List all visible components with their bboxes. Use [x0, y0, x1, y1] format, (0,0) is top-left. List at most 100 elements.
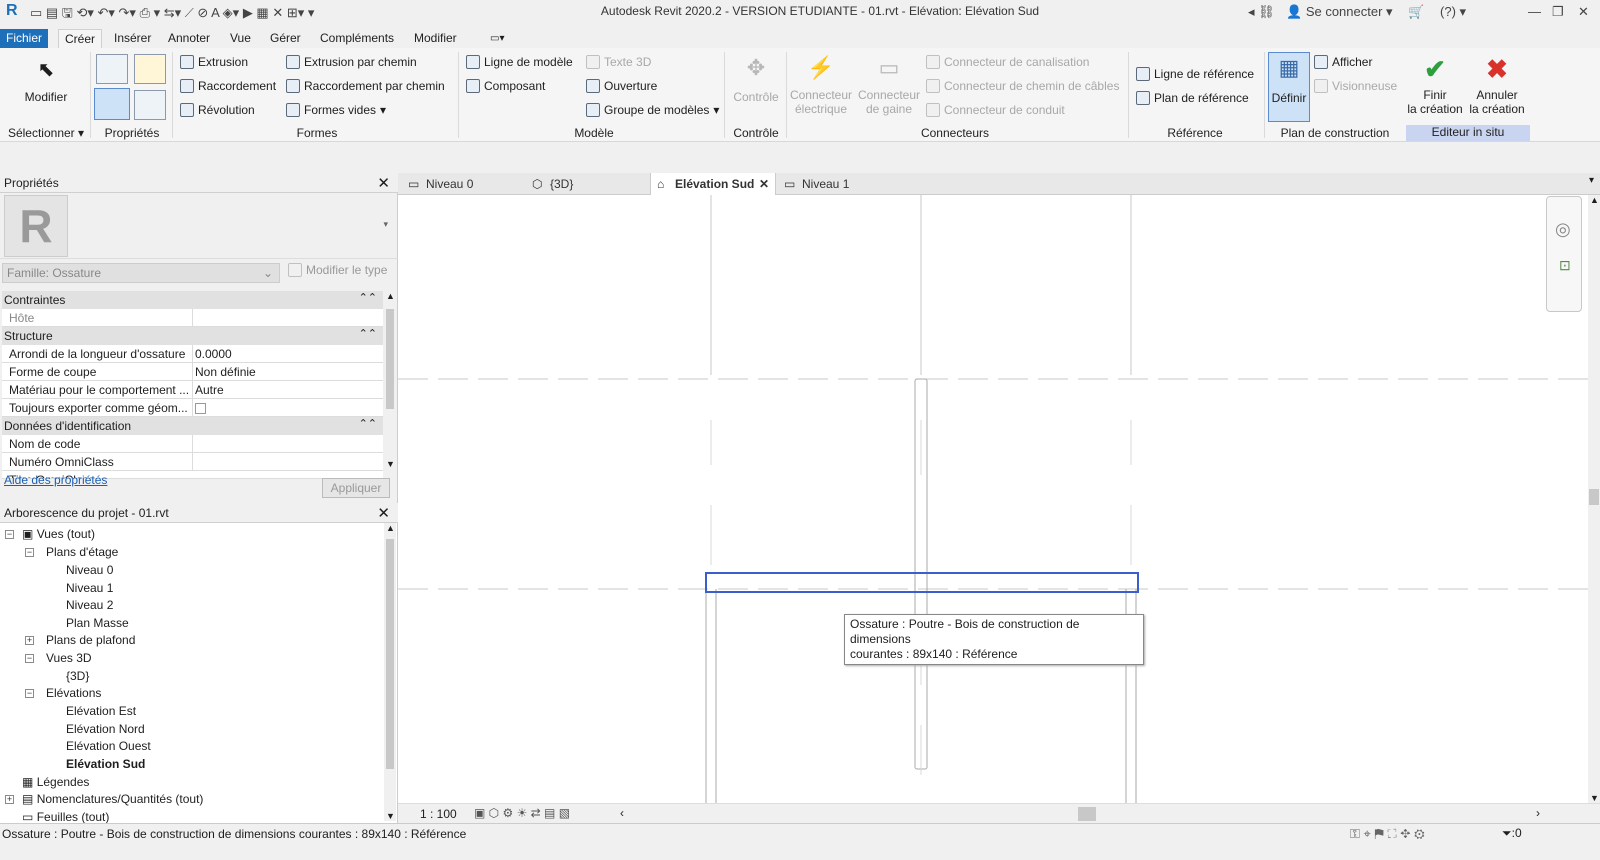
show-work-plane-button[interactable]: Afficher	[1314, 55, 1372, 69]
tree-floor-plans[interactable]: Plans d'étage	[46, 545, 118, 559]
type-selector[interactable]: ▾	[0, 195, 398, 259]
cart-icon[interactable]: 🛒	[1408, 4, 1424, 20]
expand-icon[interactable]: +	[5, 795, 14, 804]
family-category-icon[interactable]	[134, 54, 166, 84]
conduit-connector-button[interactable]: Connecteur de conduit	[926, 103, 1065, 117]
property-row[interactable]: Toujours exporter comme géom...	[2, 399, 383, 417]
edit-type-button[interactable]: Modifier le type	[288, 263, 387, 277]
close-window-button[interactable]: ✕	[1578, 4, 1589, 20]
tree-item[interactable]: Elévation Ouest	[66, 739, 151, 753]
set-work-plane-button[interactable]: ▦ Définir	[1268, 52, 1310, 122]
blend-button[interactable]: Raccordement	[180, 79, 276, 93]
tree-views[interactable]: ▣ Vues (tout)	[22, 527, 95, 541]
void-forms-button[interactable]: Formes vides ▾	[286, 103, 386, 117]
group-identity[interactable]: Données d'identification ⌃⌃	[2, 417, 383, 435]
tree-item[interactable]: Niveau 0	[66, 563, 113, 577]
navigation-bar[interactable]: ◎ ⊡	[1546, 196, 1582, 312]
tree-ceiling-plans[interactable]: Plans de plafond	[46, 633, 135, 647]
opening-button[interactable]: Ouverture	[586, 79, 657, 93]
tree-item[interactable]: Elévation Est	[66, 704, 136, 718]
horizontal-scroll-thumb[interactable]	[1078, 807, 1096, 821]
drawing-canvas[interactable]: Ossature : Poutre - Bois de construction…	[398, 195, 1588, 803]
canvas-vertical-scrollbar[interactable]: ▲ ▼	[1588, 195, 1600, 803]
work-plane-viewer-button[interactable]: Visionneuse	[1314, 79, 1397, 93]
zoom-icon[interactable]: ⊡	[1559, 257, 1571, 274]
property-row[interactable]: Matériau pour le comportement ... Autre	[2, 381, 383, 399]
restore-button[interactable]: ❐	[1552, 4, 1564, 20]
tree-legends[interactable]: ▦ Légendes	[22, 775, 89, 789]
pipe-connector-button[interactable]: Connecteur de canalisation	[926, 55, 1089, 69]
extrusion-button[interactable]: Extrusion	[180, 55, 248, 69]
modify-button[interactable]: ⬉ Modifier	[18, 58, 74, 104]
view-tab[interactable]: ⬡ {3D}	[526, 173, 646, 195]
property-row[interactable]: Hôte	[2, 309, 383, 327]
sign-in-button[interactable]: 👤 Se connecter ▾	[1286, 4, 1393, 20]
export-checkbox[interactable]	[195, 403, 206, 414]
view-tab[interactable]: ▭ Niveau 0	[402, 173, 522, 195]
revolve-button[interactable]: Révolution	[180, 103, 255, 117]
view-tab[interactable]: ▭ Niveau 1	[778, 173, 898, 195]
cable-tray-connector-button[interactable]: Connecteur de chemin de câbles	[926, 79, 1119, 93]
property-row[interactable]: Arrondi de la longueur d'ossature 0.0000	[2, 345, 383, 363]
tree-item[interactable]: Niveau 1	[66, 581, 113, 595]
tab-inserer[interactable]: Insérer	[108, 29, 157, 48]
tabs-menu-icon[interactable]: ▾	[1589, 175, 1594, 186]
tree-sheets[interactable]: ▭ Feuilles (tout)	[22, 810, 109, 824]
revit-logo-icon[interactable]: R	[6, 2, 18, 20]
binoculars-icon[interactable]: ◂ ⛓	[1248, 4, 1275, 20]
close-icon[interactable]: ✕	[377, 504, 390, 522]
tab-annoter[interactable]: Annoter	[162, 29, 216, 48]
duct-connector-button[interactable]: ▭ Connecteur de gaine	[856, 54, 922, 116]
tree-elevations[interactable]: Elévations	[46, 686, 101, 700]
steering-wheel-icon[interactable]: ◎	[1555, 219, 1571, 240]
scale-selector[interactable]: 1 : 100	[420, 807, 457, 821]
tree-item[interactable]: Elévation Nord	[66, 722, 145, 736]
panel-toggle-icon[interactable]: ▭▾	[484, 29, 510, 48]
properties-scrollbar[interactable]: ▲ ▼	[384, 291, 396, 469]
reference-line-button[interactable]: Ligne de référence	[1136, 67, 1254, 81]
collapse-icon[interactable]: ⌃⌃	[359, 327, 377, 340]
scroll-right-icon[interactable]: ›	[1536, 806, 1540, 820]
collapse-icon[interactable]: −	[25, 548, 34, 557]
scroll-left-icon[interactable]: ‹	[620, 806, 624, 820]
filter-icon[interactable]: ⏷:0	[1502, 826, 1522, 841]
close-icon[interactable]: ✕	[759, 173, 769, 195]
type-properties-icon[interactable]	[134, 90, 166, 120]
family-types-icon[interactable]	[96, 54, 128, 84]
tab-modifier[interactable]: Modifier	[408, 29, 463, 48]
cancel-creation-button[interactable]: ✖ Annuler la création	[1466, 54, 1528, 116]
tree-item[interactable]: Plan Masse	[66, 616, 129, 630]
group-structure[interactable]: Structure ⌃⌃	[2, 327, 383, 345]
group-constraints[interactable]: Contraintes ⌃⌃	[2, 291, 383, 309]
model-line-button[interactable]: Ligne de modèle	[466, 55, 573, 69]
finish-creation-button[interactable]: ✔ Finir la création	[1404, 54, 1466, 116]
view-control-icons[interactable]: ▣ ⬡ ⚙ ☀ ⇄ ▤ ▧	[474, 806, 570, 820]
tree-item-active[interactable]: Elévation Sud	[66, 757, 145, 771]
close-icon[interactable]: ✕	[377, 174, 390, 192]
family-dropdown[interactable]: Famille: Ossature ⌄	[2, 263, 280, 283]
property-row[interactable]: Numéro OmniClass	[2, 453, 383, 471]
property-row[interactable]: Forme de coupe Non définie	[2, 363, 383, 381]
selection-filter-icons[interactable]: ⚿ ⌖ ⚑ ⛶ ✥ ⚙	[1350, 826, 1425, 842]
model-group-button[interactable]: Groupe de modèles ▾	[586, 103, 719, 117]
tree-item[interactable]: {3D}	[66, 669, 89, 683]
expand-icon[interactable]: +	[25, 636, 34, 645]
sweep-button[interactable]: Extrusion par chemin	[286, 55, 417, 69]
tree-3d-views[interactable]: Vues 3D	[46, 651, 92, 665]
collapse-icon[interactable]: −	[5, 530, 14, 539]
swept-blend-button[interactable]: Raccordement par chemin	[286, 79, 445, 93]
tab-gerer[interactable]: Gérer	[264, 29, 307, 48]
tab-fichier[interactable]: Fichier	[0, 29, 49, 48]
tab-creer[interactable]: Créer	[58, 29, 103, 48]
model-text-button[interactable]: Texte 3D	[586, 55, 651, 69]
tree-scrollbar[interactable]: ▲ ▼	[384, 523, 396, 821]
component-button[interactable]: Composant	[466, 79, 545, 93]
electrical-connector-button[interactable]: ⚡ Connecteur électrique	[788, 54, 854, 116]
select-panel-label[interactable]: Sélectionner ▾	[4, 126, 88, 140]
properties-toggle-icon[interactable]	[94, 88, 130, 120]
collapse-icon[interactable]: ⌃⌃	[359, 417, 377, 430]
tab-complements[interactable]: Compléments	[314, 29, 400, 48]
collapse-icon[interactable]: −	[25, 654, 34, 663]
collapse-icon[interactable]: −	[25, 689, 34, 698]
tree-schedules[interactable]: ▤ Nomenclatures/Quantités (tout)	[22, 792, 203, 806]
